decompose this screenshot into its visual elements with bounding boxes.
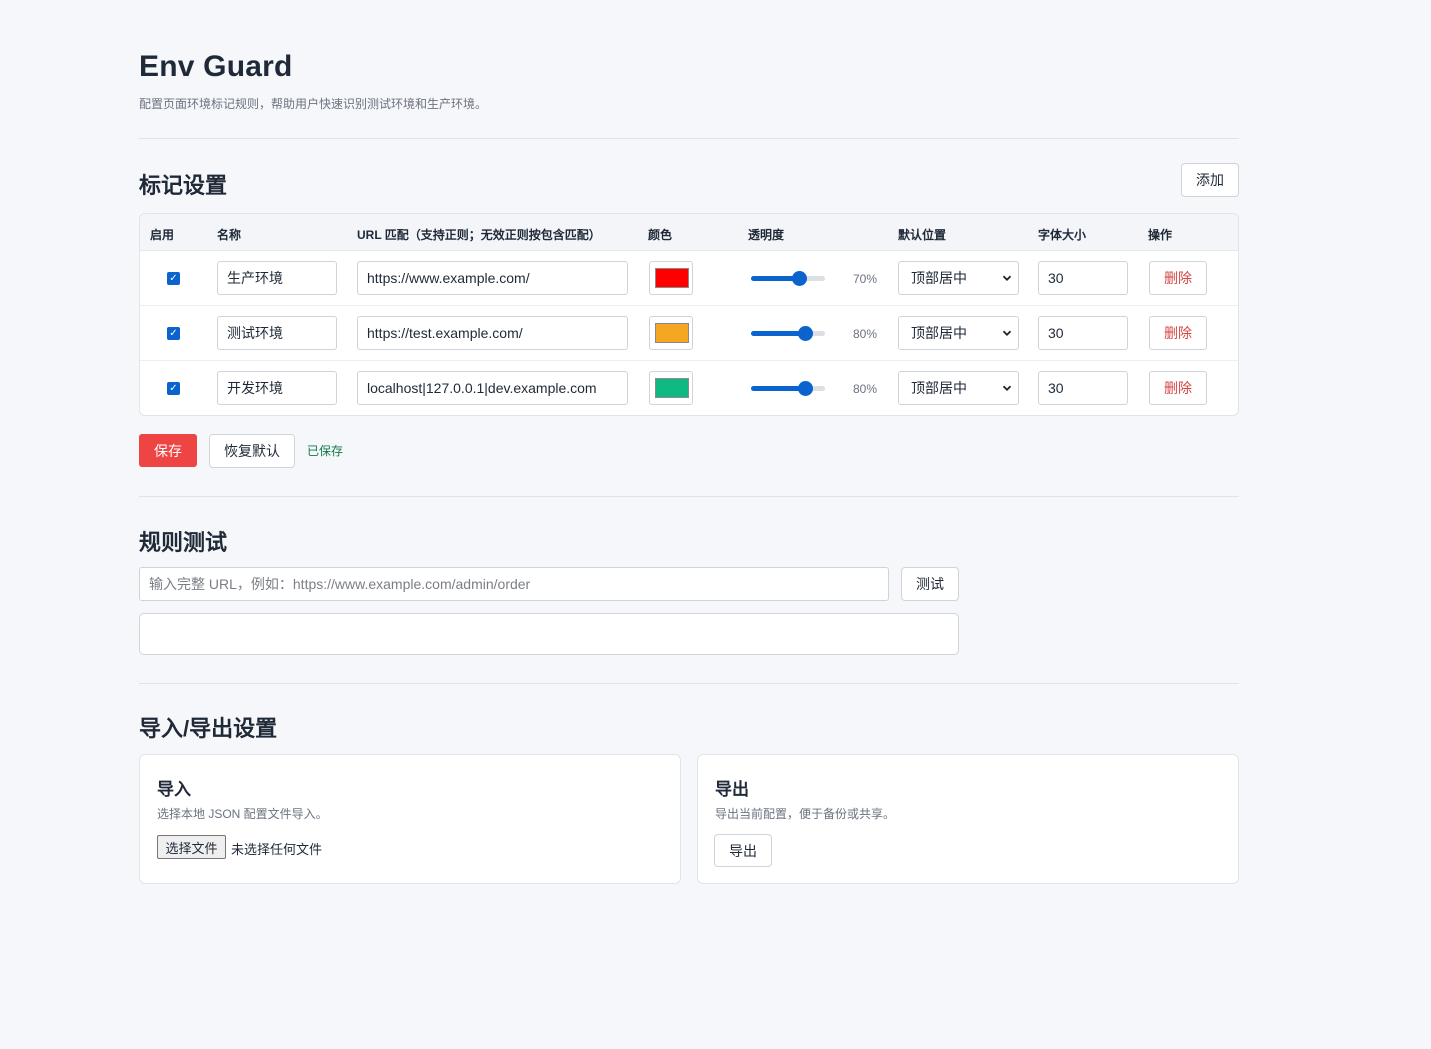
slider-thumb[interactable]	[798, 326, 814, 341]
font-size-input[interactable]: 30	[1038, 261, 1128, 295]
color-swatch	[655, 378, 689, 398]
position-select-value: 顶部居中	[911, 380, 967, 396]
slider-thumb[interactable]	[798, 381, 814, 396]
export-description: 导出当前配置，便于备份或共享。	[715, 807, 896, 821]
rules-table: 启用 名称 URL 匹配（支持正则；无效正则按包含匹配） 颜色 透明度 默认位置…	[139, 213, 1239, 416]
table-header: 启用 名称 URL 匹配（支持正则；无效正则按包含匹配） 颜色 透明度 默认位置…	[140, 214, 1238, 251]
test-button[interactable]: 测试	[901, 567, 959, 601]
color-picker[interactable]	[649, 261, 693, 295]
delete-button[interactable]: 删除	[1149, 371, 1207, 405]
export-card: 导出 导出当前配置，便于备份或共享。 导出	[697, 754, 1239, 884]
url-pattern-input[interactable]: https://www.example.com/	[357, 261, 628, 295]
enabled-checkbox[interactable]: ✓	[167, 272, 180, 285]
column-header-name: 名称	[217, 228, 242, 242]
opacity-value: 80%	[853, 382, 878, 396]
table-row: ✓ 测试环境 https://test.example.com/ 80% 顶部居…	[140, 306, 1238, 361]
position-select[interactable]: 顶部居中	[898, 371, 1019, 405]
enabled-checkbox[interactable]: ✓	[167, 327, 180, 340]
chevron-down-icon	[1002, 385, 1012, 391]
opacity-slider[interactable]	[751, 326, 825, 341]
name-input[interactable]: 测试环境	[217, 316, 337, 350]
color-swatch	[655, 323, 689, 343]
column-header-color: 颜色	[648, 228, 673, 242]
import-export-section-title: 导入/导出设置	[139, 716, 278, 741]
export-title: 导出	[715, 780, 749, 799]
opacity-slider[interactable]	[751, 381, 825, 396]
chevron-down-icon	[1002, 275, 1012, 281]
font-size-input[interactable]: 30	[1038, 316, 1128, 350]
table-row: ✓ 开发环境 localhost|127.0.0.1|dev.example.c…	[140, 361, 1238, 415]
test-result-box	[139, 613, 959, 655]
choose-file-button[interactable]: 选择文件	[157, 835, 226, 859]
column-header-actions: 操作	[1148, 228, 1173, 242]
name-input[interactable]: 开发环境	[217, 371, 337, 405]
position-select[interactable]: 顶部居中	[898, 316, 1019, 350]
page-subtitle: 配置页面环境标记规则，帮助用户快速识别测试环境和生产环境。	[139, 97, 488, 111]
divider	[139, 496, 1239, 497]
file-status: 未选择任何文件	[231, 842, 323, 857]
save-button[interactable]: 保存	[139, 434, 197, 467]
divider	[139, 683, 1239, 684]
column-header-url: URL 匹配（支持正则；无效正则按包含匹配）	[357, 228, 601, 242]
url-pattern-input[interactable]: localhost|127.0.0.1|dev.example.com	[357, 371, 628, 405]
column-header-font-size: 字体大小	[1038, 228, 1087, 242]
add-rule-button[interactable]: 添加	[1181, 163, 1239, 197]
color-picker[interactable]	[649, 371, 693, 405]
slider-thumb[interactable]	[792, 271, 808, 286]
opacity-value: 80%	[853, 327, 878, 341]
opacity-slider[interactable]	[751, 271, 825, 286]
color-swatch	[655, 268, 689, 288]
test-url-input[interactable]: 输入完整 URL，例如：https://www.example.com/admi…	[139, 567, 889, 601]
position-select-value: 顶部居中	[911, 270, 967, 286]
import-description: 选择本地 JSON 配置文件导入。	[157, 807, 328, 821]
page-title: Env Guard	[139, 50, 293, 83]
markers-section-title: 标记设置	[139, 173, 228, 198]
column-header-enabled: 启用	[150, 228, 175, 242]
position-select[interactable]: 顶部居中	[898, 261, 1019, 295]
rule-test-section-title: 规则测试	[139, 530, 228, 555]
delete-button[interactable]: 删除	[1149, 261, 1207, 295]
chevron-down-icon	[1002, 330, 1012, 336]
name-input[interactable]: 生产环境	[217, 261, 337, 295]
divider	[139, 138, 1239, 139]
enabled-checkbox[interactable]: ✓	[167, 382, 180, 395]
opacity-value: 70%	[853, 272, 878, 286]
font-size-input[interactable]: 30	[1038, 371, 1128, 405]
column-header-opacity: 透明度	[748, 228, 785, 242]
column-header-position: 默认位置	[898, 228, 947, 242]
delete-button[interactable]: 删除	[1149, 316, 1207, 350]
color-picker[interactable]	[649, 316, 693, 350]
table-row: ✓ 生产环境 https://www.example.com/ 70% 顶部居中…	[140, 251, 1238, 306]
import-title: 导入	[157, 780, 191, 799]
save-status: 已保存	[307, 444, 344, 458]
export-button[interactable]: 导出	[714, 834, 772, 867]
import-card: 导入 选择本地 JSON 配置文件导入。 选择文件 未选择任何文件	[139, 754, 681, 884]
url-pattern-input[interactable]: https://test.example.com/	[357, 316, 628, 350]
position-select-value: 顶部居中	[911, 325, 967, 341]
reset-defaults-button[interactable]: 恢复默认	[209, 434, 295, 468]
